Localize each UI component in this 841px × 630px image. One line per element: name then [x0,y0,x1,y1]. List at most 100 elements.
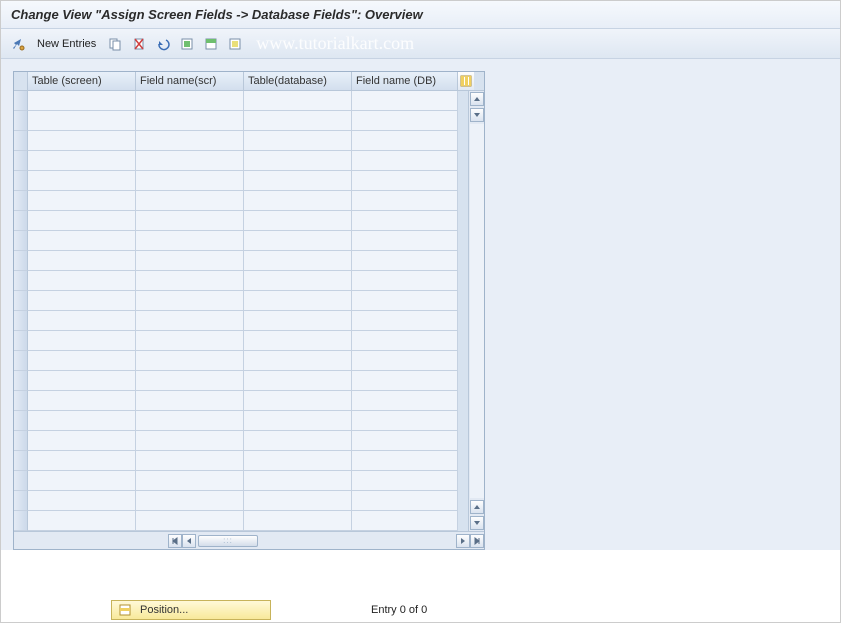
table-cell[interactable] [352,431,458,451]
row-selector[interactable] [14,151,28,171]
row-selector[interactable] [14,131,28,151]
table-cell[interactable] [352,311,458,331]
table-cell[interactable] [136,231,244,251]
table-cell[interactable] [28,511,136,531]
table-cell[interactable] [136,211,244,231]
toggle-display-icon[interactable] [9,35,27,53]
table-cell[interactable] [28,231,136,251]
table-cell[interactable] [136,271,244,291]
table-cell[interactable] [136,191,244,211]
table-cell[interactable] [136,131,244,151]
table-cell[interactable] [28,151,136,171]
table-cell[interactable] [136,111,244,131]
row-selector[interactable] [14,291,28,311]
table-cell[interactable] [352,291,458,311]
column-header-field-name-scr[interactable]: Field name(scr) [136,72,244,90]
table-cell[interactable] [244,471,352,491]
select-block-icon[interactable] [202,35,220,53]
table-cell[interactable] [28,411,136,431]
row-selector[interactable] [14,311,28,331]
table-cell[interactable] [136,511,244,531]
table-cell[interactable] [244,231,352,251]
table-cell[interactable] [352,351,458,371]
table-cell[interactable] [352,171,458,191]
table-cell[interactable] [28,251,136,271]
table-cell[interactable] [352,391,458,411]
table-cell[interactable] [244,391,352,411]
table-cell[interactable] [352,251,458,271]
row-selector[interactable] [14,391,28,411]
table-cell[interactable] [244,131,352,151]
table-cell[interactable] [28,431,136,451]
table-cell[interactable] [352,211,458,231]
copy-as-icon[interactable] [106,35,124,53]
table-cell[interactable] [244,291,352,311]
table-cell[interactable] [28,471,136,491]
table-cell[interactable] [352,511,458,531]
delete-icon[interactable] [130,35,148,53]
select-all-icon[interactable] [178,35,196,53]
table-cell[interactable] [244,151,352,171]
table-cell[interactable] [28,171,136,191]
scroll-left-icon[interactable] [182,534,196,548]
column-header-field-name-db[interactable]: Field name (DB) [352,72,458,90]
row-selector[interactable] [14,491,28,511]
table-cell[interactable] [244,211,352,231]
table-cell[interactable] [28,191,136,211]
row-selector[interactable] [14,171,28,191]
table-cell[interactable] [136,451,244,471]
table-cell[interactable] [244,311,352,331]
table-cell[interactable] [244,411,352,431]
row-selector[interactable] [14,251,28,271]
table-cell[interactable] [28,211,136,231]
table-cell[interactable] [28,311,136,331]
row-selector[interactable] [14,231,28,251]
table-cell[interactable] [136,331,244,351]
row-selector[interactable] [14,211,28,231]
table-cell[interactable] [244,191,352,211]
table-cell[interactable] [352,491,458,511]
table-cell[interactable] [28,271,136,291]
table-cell[interactable] [28,131,136,151]
table-cell[interactable] [136,371,244,391]
table-cell[interactable] [352,411,458,431]
scroll-first-icon[interactable] [168,534,182,548]
table-cell[interactable] [28,111,136,131]
scroll-right-icon[interactable] [456,534,470,548]
table-cell[interactable] [244,271,352,291]
table-cell[interactable] [352,91,458,111]
table-cell[interactable] [244,491,352,511]
table-cell[interactable] [136,431,244,451]
position-button[interactable]: Position... [111,600,271,620]
table-cell[interactable] [28,371,136,391]
table-cell[interactable] [28,91,136,111]
table-cell[interactable] [136,491,244,511]
row-selector[interactable] [14,371,28,391]
table-cell[interactable] [352,331,458,351]
row-selector[interactable] [14,471,28,491]
scroll-last-icon[interactable] [470,534,484,548]
table-cell[interactable] [28,351,136,371]
table-cell[interactable] [136,351,244,371]
row-selector[interactable] [14,451,28,471]
table-cell[interactable] [136,471,244,491]
table-cell[interactable] [136,91,244,111]
row-selector[interactable] [14,511,28,531]
row-selector-header[interactable] [14,72,28,90]
row-selector[interactable] [14,411,28,431]
table-cell[interactable] [244,511,352,531]
table-cell[interactable] [352,371,458,391]
column-header-table-database[interactable]: Table(database) [244,72,352,90]
row-selector[interactable] [14,331,28,351]
table-cell[interactable] [352,231,458,251]
table-cell[interactable] [244,451,352,471]
deselect-all-icon[interactable] [226,35,244,53]
new-entries-button[interactable]: New Entries [33,35,100,53]
table-cell[interactable] [28,451,136,471]
table-cell[interactable] [28,291,136,311]
table-cell[interactable] [244,91,352,111]
table-cell[interactable] [136,171,244,191]
row-selector[interactable] [14,191,28,211]
scroll-down-small-icon[interactable] [470,108,484,122]
table-cell[interactable] [352,271,458,291]
